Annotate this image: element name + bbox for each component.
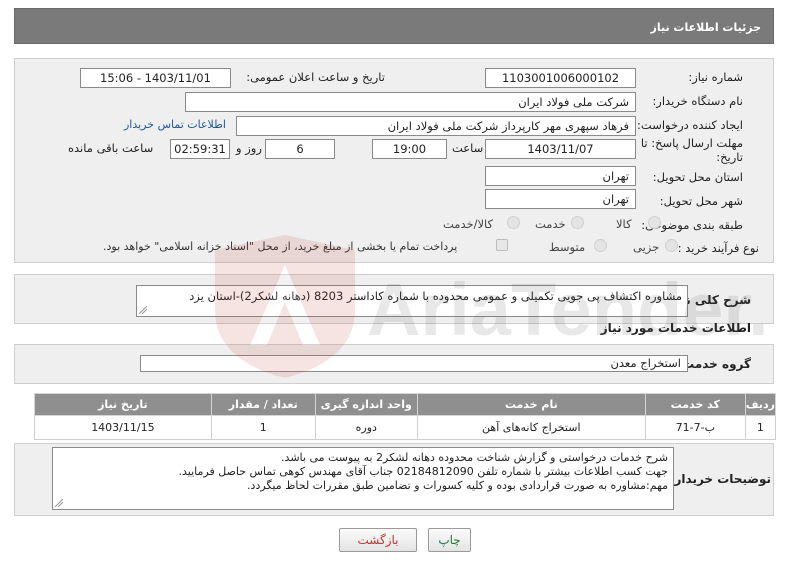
deadline-date-field: 1403/11/07 (485, 139, 636, 159)
services-title: اطلاعات خدمات مورد نیاز (600, 321, 751, 335)
creator-field: فرهاد سپهری مهر کارپرداز شرکت ملی فولاد … (236, 116, 636, 136)
summary-textarea[interactable]: مشاوره اکتشاف پی جویی تکمیلی و عمومی محد… (136, 285, 688, 317)
province-field: تهران (485, 166, 636, 186)
remaining-time-label: ساعت باقی مانده (68, 141, 154, 155)
service-group-field: استخراج معدن (140, 355, 688, 372)
city-field: تهران (485, 189, 636, 209)
page-header: جزئیات اطلاعات نیاز (14, 8, 774, 44)
col-row-header: ردیف (744, 393, 777, 416)
deadline-time-field: 19:00 (372, 139, 447, 159)
cell-qty: 1 (210, 415, 316, 440)
process-minor-label: جزیی (633, 240, 660, 254)
need-number-field: 1103001006000102 (485, 68, 636, 88)
creator-label: ایجاد کننده درخواست: (637, 118, 743, 132)
buyer-notes-line-1: شرح خدمات درخواستی و گزارش شناخت محدوده … (281, 451, 668, 464)
treasury-checkbox[interactable] (496, 239, 508, 251)
col-code-header: کد خدمت (644, 393, 746, 416)
page-title: جزئیات اطلاعات نیاز (650, 21, 762, 34)
col-date-header: تاریخ نیاز (34, 393, 212, 416)
buyer-notes-label: توضیحات خریدار: (669, 472, 771, 486)
days-remaining-field: 6 (265, 139, 335, 159)
services-table: ردیف کد خدمت نام خدمت واحد اندازه گیری ت… (34, 393, 777, 440)
buyer-org-field: شرکت ملی فولاد ایران (185, 92, 636, 112)
deadline-label-line2: تاریخ: (716, 150, 743, 164)
summary-text: مشاوره اکتشاف پی جویی تکمیلی و عمومی محد… (189, 289, 682, 303)
buyer-notes-textarea[interactable]: شرح خدمات درخواستی و گزارش شناخت محدوده … (52, 447, 674, 510)
treasury-note: پرداخت تمام یا بخشی از مبلغ خرید، از محل… (103, 240, 458, 253)
buyer-contact-link[interactable]: اطلاعات تماس خریدار (124, 118, 226, 131)
category-goods-service-radio[interactable] (507, 216, 520, 229)
need-number-label: شماره نیاز: (688, 70, 743, 84)
need-info-panel (14, 58, 774, 263)
category-goods-radio[interactable] (648, 216, 661, 229)
resize-grip-icon[interactable] (139, 306, 147, 314)
col-name-header: نام خدمت (416, 393, 646, 416)
announce-date-field: 1403/11/01 - 15:06 (80, 68, 231, 88)
table-row: 1 ب-7-71 استخراج کانه‌های آهن دوره 1 140… (34, 415, 777, 440)
announce-date-label: تاریخ و ساعت اعلان عمومی: (246, 70, 385, 84)
buyer-notes-line-3: مهم:مشاوره به صورت قراردادی بوده و کلیه … (247, 479, 668, 492)
cell-row: 1 (744, 415, 777, 440)
process-medium-label: متوسط (549, 240, 586, 254)
deadline-time-label: ساعت (452, 141, 484, 155)
cell-date: 1403/11/15 (34, 415, 212, 440)
remaining-time-field: 02:59:31 (170, 139, 230, 159)
col-qty-header: تعداد / مقدار (210, 393, 316, 416)
back-button[interactable]: بازگشت (339, 528, 417, 552)
province-label: استان محل تحویل: (652, 170, 743, 184)
cell-unit: دوره (314, 415, 418, 440)
cell-code: ب-7-71 (644, 415, 746, 440)
table-header-row: ردیف کد خدمت نام خدمت واحد اندازه گیری ت… (34, 393, 777, 416)
deadline-label-line1: مهلت ارسال پاسخ: تا (640, 136, 743, 150)
category-goods-service-label: کالا/خدمت (443, 217, 494, 231)
process-type-label: نوع فرآیند خرید : (677, 241, 759, 255)
days-label: روز و (236, 141, 262, 155)
category-goods-label: کالا (616, 217, 632, 231)
cell-name: استخراج کانه‌های آهن (416, 415, 646, 440)
buyer-org-label: نام دستگاه خریدار: (652, 94, 743, 108)
category-service-label: خدمت (535, 217, 566, 231)
buyer-notes-line-2: جهت کسب اطلاعات بیشتر با شماره تلفن 0218… (178, 465, 668, 478)
process-minor-radio[interactable] (665, 239, 678, 252)
col-unit-header: واحد اندازه گیری (314, 393, 418, 416)
service-group-label: گروه خدمت: (677, 357, 751, 371)
resize-grip-icon[interactable] (55, 499, 63, 507)
print-button[interactable]: چاپ (428, 528, 471, 552)
city-label: شهر محل تحویل: (659, 194, 743, 208)
category-service-radio[interactable] (571, 216, 584, 229)
process-medium-radio[interactable] (594, 239, 607, 252)
